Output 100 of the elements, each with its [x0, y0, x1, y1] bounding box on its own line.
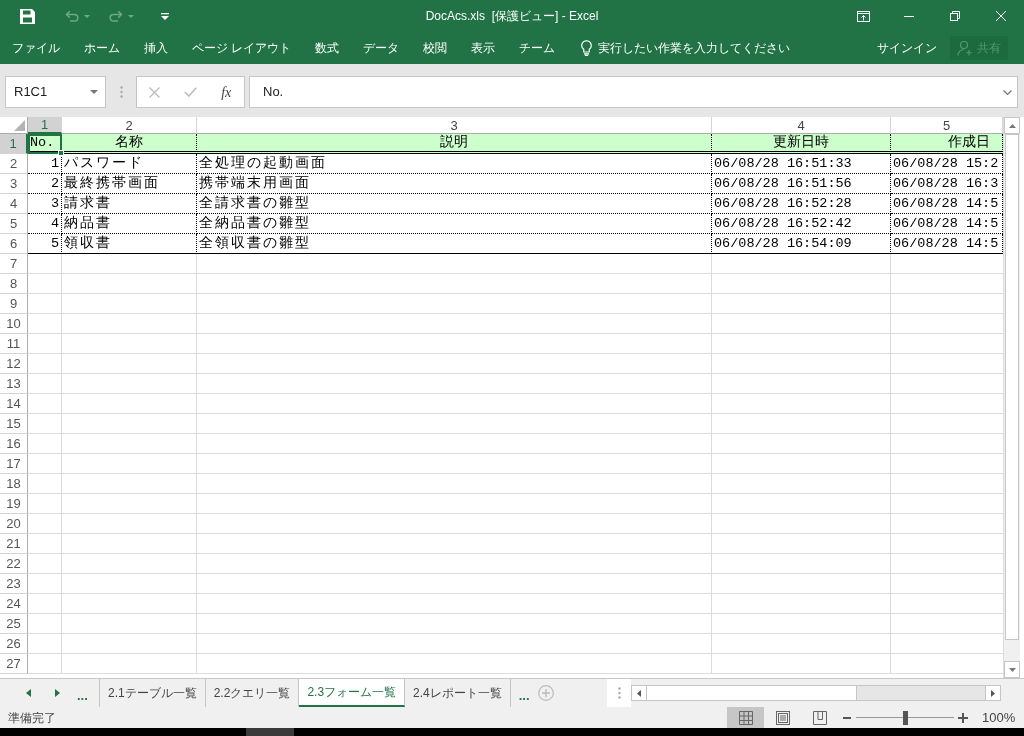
table-cell: 06/08/28 15:2 — [891, 154, 1003, 174]
table-cell: 携帯端末用画面 — [197, 174, 712, 194]
vertical-scrollbar[interactable] — [1003, 117, 1020, 678]
zoom-level: 100% — [982, 708, 1017, 727]
row-header[interactable]: 5 — [0, 214, 28, 234]
table-cell: 06/08/28 14:5 — [891, 214, 1003, 234]
scroll-down-button[interactable] — [1004, 661, 1020, 678]
restore-icon — [950, 11, 960, 21]
table-cell: 領収書 — [62, 234, 197, 254]
customize-caret-icon — [161, 12, 169, 20]
ribbon-tab[interactable]: ページ レイアウト — [192, 39, 292, 57]
dropdown-caret-icon — [90, 90, 98, 94]
row-header[interactable]: 20 — [0, 514, 28, 534]
vertical-dots-icon[interactable] — [120, 86, 123, 98]
zoom-slider-thumb[interactable] — [902, 710, 908, 725]
row-header[interactable]: 6 — [0, 234, 28, 254]
row-header[interactable]: 3 — [0, 174, 28, 194]
redo-arrow-icon — [108, 10, 123, 22]
ribbon-tab[interactable]: ホーム — [84, 39, 120, 57]
save-icon — [19, 8, 35, 24]
row-header[interactable]: 21 — [0, 534, 28, 554]
table-cell: 全領収書の雛型 — [197, 234, 712, 254]
row-header[interactable]: 7 — [0, 254, 28, 274]
ribbon-tab[interactable]: ファイル — [12, 39, 60, 57]
ribbon-tab[interactable]: 数式 — [315, 39, 340, 57]
row-header[interactable]: 1 — [0, 134, 28, 154]
row-header[interactable]: 22 — [0, 554, 28, 574]
triangle-up-icon — [1008, 123, 1016, 128]
chevron-down-icon[interactable] — [1003, 89, 1012, 95]
tell-me-field[interactable]: 実行したい作業を入力してください — [598, 39, 799, 57]
column-header[interactable]: 2 — [62, 117, 197, 134]
table-cell: 3 — [28, 194, 62, 214]
row-header[interactable]: 18 — [0, 474, 28, 494]
more-sheets-button[interactable]: ... — [518, 684, 530, 702]
row-header[interactable]: 2 — [0, 154, 28, 174]
row-header[interactable]: 12 — [0, 354, 28, 374]
table-cell: 最終携帯画面 — [62, 174, 197, 194]
ribbon-tab[interactable]: 挿入 — [144, 39, 168, 57]
row-header[interactable]: 26 — [0, 634, 28, 654]
column-header[interactable]: 3 — [197, 117, 712, 134]
empty-cell-grid[interactable] — [28, 254, 1003, 674]
table-cell: パスワード — [62, 154, 197, 174]
column-header[interactable]: 5 — [891, 117, 1003, 134]
row-header[interactable]: 27 — [0, 654, 28, 674]
plus-icon — [958, 712, 968, 723]
row-header[interactable]: 4 — [0, 194, 28, 214]
table-cell: 納品書 — [62, 214, 197, 234]
scroll-right-button[interactable] — [985, 686, 1000, 700]
plus-circle-icon — [537, 685, 554, 701]
horizontal-scrollbar[interactable] — [631, 685, 1001, 701]
name-box[interactable]: R1C1 — [5, 76, 106, 108]
normal-view-button[interactable] — [727, 707, 764, 728]
ribbon-tab[interactable]: データ — [363, 39, 400, 57]
row-header[interactable]: 8 — [0, 274, 28, 294]
formula-input[interactable]: No. — [249, 76, 1018, 108]
row-header[interactable]: 11 — [0, 334, 28, 354]
column-header[interactable]: 4 — [712, 117, 891, 134]
checkmark-icon — [184, 87, 197, 97]
window-arrow-up-icon — [856, 10, 870, 22]
row-header[interactable]: 9 — [0, 294, 28, 314]
row-header[interactable]: 19 — [0, 494, 28, 514]
insert-function-button[interactable]: fx — [208, 77, 244, 107]
row-header[interactable]: 16 — [0, 434, 28, 454]
row-header[interactable]: 14 — [0, 394, 28, 414]
scroll-left-button[interactable] — [632, 686, 647, 700]
row-header[interactable]: 10 — [0, 314, 28, 334]
ribbon-tab[interactable]: チーム — [519, 39, 556, 57]
sign-in-link[interactable]: サインイン — [877, 39, 937, 57]
minimize-icon — [904, 15, 914, 17]
row-header[interactable]: 24 — [0, 594, 28, 614]
more-sheets-button[interactable]: ... — [77, 684, 88, 702]
column-header[interactable]: 1 — [28, 117, 62, 134]
scrollbar-thumb[interactable] — [647, 686, 857, 700]
table-cell: 06/08/28 14:5 — [891, 194, 1003, 214]
triangle-right-icon — [54, 689, 60, 697]
scrollbar-thumb[interactable] — [1005, 134, 1019, 640]
table-cell: 06/08/28 16:3 — [891, 174, 1003, 194]
triangle-left-icon — [637, 689, 641, 697]
table-cell: 06/08/28 16:51:33 — [712, 154, 891, 174]
vertical-dots-icon[interactable] — [617, 687, 621, 699]
row-header[interactable]: 15 — [0, 414, 28, 434]
row-header[interactable]: 23 — [0, 574, 28, 594]
zoom-in-button[interactable] — [957, 710, 969, 725]
row-header[interactable]: 13 — [0, 374, 28, 394]
table-cell: 全納品書の雛型 — [197, 214, 712, 234]
ribbon-tab[interactable]: 校閲 — [423, 39, 448, 57]
split-page-icon — [812, 710, 827, 725]
table-cell: 全請求書の雛型 — [197, 194, 712, 214]
zoom-slider[interactable] — [856, 710, 954, 725]
row-header[interactable]: 17 — [0, 454, 28, 474]
sheet-tab[interactable]: 2.3フォーム一覧 — [299, 679, 406, 707]
row-header[interactable]: 25 — [0, 614, 28, 634]
scroll-up-button[interactable] — [1004, 117, 1020, 134]
table-cell: 名称 — [62, 134, 197, 154]
undo-arrow-icon — [64, 10, 79, 22]
table-cell: 06/08/28 14:5 — [891, 234, 1003, 254]
ribbon-tab[interactable]: 表示 — [471, 39, 496, 57]
status-text: 準備完了 — [8, 709, 56, 727]
triangle-right-icon — [991, 689, 995, 697]
cross-icon — [149, 86, 161, 98]
